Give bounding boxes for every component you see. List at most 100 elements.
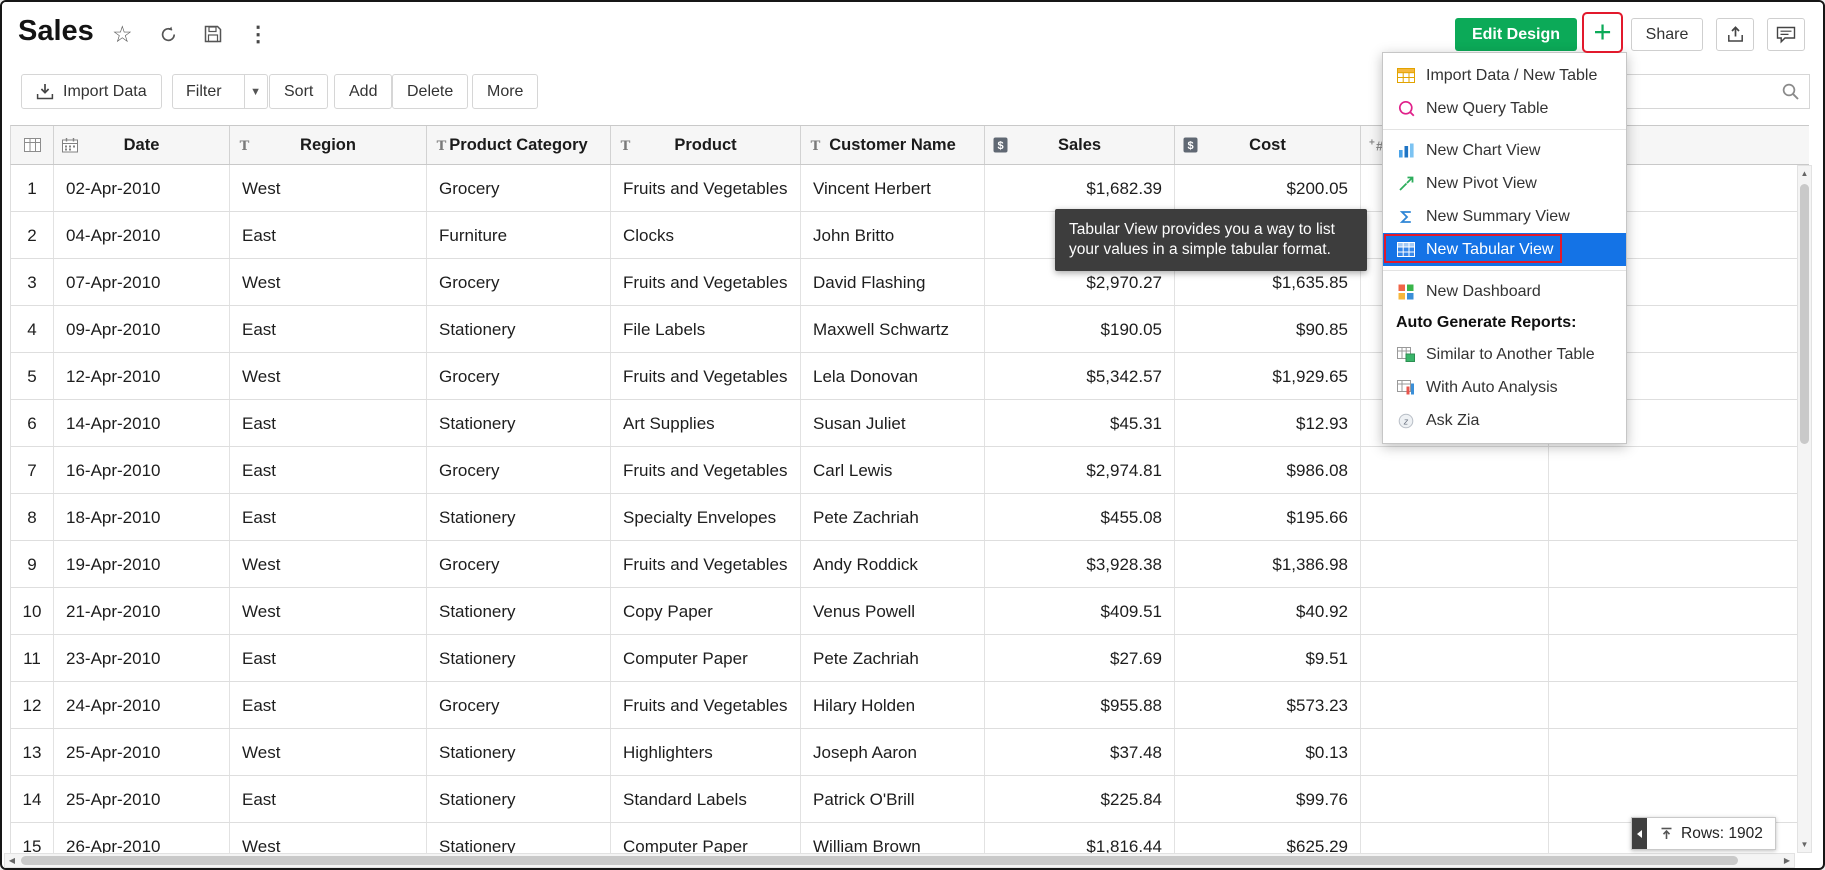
scroll-right-arrow[interactable]: ▶: [1780, 854, 1794, 867]
menu-item-label: New Tabular View: [1426, 241, 1553, 259]
select-all-icon: [24, 138, 41, 152]
cell-filler: [1549, 447, 1809, 493]
menu-item-label: Import Data / New Table: [1426, 67, 1597, 85]
table-row[interactable]: 1425-Apr-2010EastStationeryStandard Labe…: [10, 776, 1809, 823]
menu-item-label: With Auto Analysis: [1426, 379, 1558, 397]
cell-date: 23-Apr-2010: [54, 635, 230, 681]
scroll-down-arrow[interactable]: ▼: [1798, 837, 1811, 852]
table-row[interactable]: 1021-Apr-2010WestStationeryCopy PaperVen…: [10, 588, 1809, 635]
import-data-button[interactable]: Import Data: [21, 74, 162, 109]
cell-date: 25-Apr-2010: [54, 729, 230, 775]
delete-button[interactable]: Delete: [392, 74, 468, 109]
sort-button[interactable]: Sort: [269, 74, 328, 109]
table-row[interactable]: 716-Apr-2010EastGroceryFruits and Vegeta…: [10, 447, 1809, 494]
cell-cost: $90.85: [1175, 306, 1361, 352]
menu-item-new-summary-view[interactable]: New Summary View: [1383, 200, 1626, 233]
more-options-button[interactable]: ⋮: [248, 22, 269, 47]
cell-extra: [1361, 588, 1549, 634]
cell-product: Fruits and Vegetables: [611, 541, 801, 587]
rows-count-badge[interactable]: Rows: 1902: [1631, 817, 1776, 850]
svg-text:T: T: [437, 139, 447, 152]
cell-num: 14: [11, 776, 54, 822]
cell-sales: $190.05: [985, 306, 1175, 352]
svg-text:T: T: [621, 139, 631, 152]
query-table-icon: [1396, 100, 1416, 117]
text-type-icon: T: [809, 138, 822, 152]
badge-collapse-tab[interactable]: [1632, 818, 1647, 849]
tabular-view-icon: [1396, 242, 1416, 257]
star-icon: ☆: [112, 21, 133, 48]
header-product[interactable]: T Product: [611, 126, 801, 164]
import-table-icon: [1396, 68, 1416, 83]
menu-divider: [1383, 270, 1626, 271]
add-button[interactable]: Add: [334, 74, 392, 109]
vertical-scrollbar[interactable]: ▲ ▼: [1797, 165, 1812, 853]
cell-product: Art Supplies: [611, 400, 801, 446]
title-actions: ☆ ⋮: [112, 2, 269, 66]
share-button[interactable]: Share: [1631, 18, 1703, 51]
menu-item-label: New Summary View: [1426, 208, 1570, 226]
header-cost[interactable]: $ Cost: [1175, 126, 1361, 164]
header-region[interactable]: T Region: [230, 126, 427, 164]
favorite-star-button[interactable]: ☆: [112, 21, 133, 48]
table-row[interactable]: 818-Apr-2010EastStationerySpecialty Enve…: [10, 494, 1809, 541]
zia-icon: z: [1396, 413, 1416, 429]
menu-item-new-dashboard[interactable]: New Dashboard: [1383, 275, 1626, 308]
vertical-scrollbar-thumb[interactable]: [1800, 184, 1809, 444]
menu-item-new-tabular-view[interactable]: New Tabular View: [1383, 233, 1626, 266]
edit-design-button[interactable]: Edit Design: [1455, 18, 1577, 51]
cell-customer: Andy Roddick: [801, 541, 985, 587]
comments-button[interactable]: [1767, 18, 1805, 51]
horizontal-scrollbar[interactable]: ◀ ▶: [4, 853, 1795, 868]
cell-customer: Hilary Holden: [801, 682, 985, 728]
cell-num: 6: [11, 400, 54, 446]
table-row[interactable]: 1123-Apr-2010EastStationeryComputer Pape…: [10, 635, 1809, 682]
app-window: Sales ☆ ⋮ Edit Design + Share Import Dat…: [0, 0, 1825, 870]
menu-item-import-data-new-table[interactable]: Import Data / New Table: [1383, 59, 1626, 92]
cell-category: Grocery: [427, 165, 611, 211]
menu-item-similar-to-another-table[interactable]: Similar to Another Table: [1383, 338, 1626, 371]
header-label-date: Date: [124, 136, 160, 155]
scroll-up-arrow[interactable]: ▲: [1798, 166, 1811, 181]
table-row[interactable]: 919-Apr-2010WestGroceryFruits and Vegeta…: [10, 541, 1809, 588]
header-date[interactable]: Date: [54, 126, 230, 164]
table-row[interactable]: 1325-Apr-2010WestStationeryHighlightersJ…: [10, 729, 1809, 776]
refresh-button[interactable]: [159, 25, 178, 44]
header-customer-name[interactable]: T Customer Name: [801, 126, 985, 164]
horizontal-scrollbar-thumb[interactable]: [21, 856, 1738, 865]
cell-filler: [1549, 588, 1809, 634]
header-select-all[interactable]: [11, 126, 54, 164]
cell-sales: $37.48: [985, 729, 1175, 775]
save-button[interactable]: [204, 25, 222, 43]
filter-button[interactable]: Filter: [173, 75, 235, 108]
menu-item-new-query-table[interactable]: New Query Table: [1383, 92, 1626, 125]
cell-extra: [1361, 541, 1549, 587]
cell-category: Grocery: [427, 682, 611, 728]
scroll-left-arrow[interactable]: ◀: [5, 854, 19, 867]
comment-icon: [1776, 26, 1796, 44]
cell-customer: John Britto: [801, 212, 985, 258]
import-data-label: Import Data: [63, 83, 147, 101]
cell-customer: Maxwell Schwartz: [801, 306, 985, 352]
header-product-category[interactable]: T Product Category: [427, 126, 611, 164]
cell-cost: $1,929.65: [1175, 353, 1361, 399]
create-new-button[interactable]: +: [1582, 12, 1623, 53]
export-button[interactable]: [1716, 18, 1754, 51]
cell-num: 2: [11, 212, 54, 258]
menu-item-new-pivot-view[interactable]: New Pivot View: [1383, 167, 1626, 200]
header-sales[interactable]: $ Sales: [985, 126, 1175, 164]
menu-item-with-auto-analysis[interactable]: With Auto Analysis: [1383, 371, 1626, 404]
tabular-view-tooltip: Tabular View provides you a way to list …: [1055, 209, 1367, 271]
cell-region: East: [230, 494, 427, 540]
currency-type-icon: $: [1183, 137, 1198, 153]
cell-date: 24-Apr-2010: [54, 682, 230, 728]
cell-filler: [1549, 494, 1809, 540]
menu-item-new-chart-view[interactable]: New Chart View: [1383, 134, 1626, 167]
menu-item-ask-zia[interactable]: zAsk Zia: [1383, 404, 1626, 437]
menu-item-label: New Chart View: [1426, 142, 1540, 160]
cell-category: Stationery: [427, 588, 611, 634]
filter-dropdown-button[interactable]: ▼: [244, 75, 267, 108]
more-button[interactable]: More: [472, 74, 538, 109]
cell-category: Stationery: [427, 776, 611, 822]
table-row[interactable]: 1224-Apr-2010EastGroceryFruits and Veget…: [10, 682, 1809, 729]
